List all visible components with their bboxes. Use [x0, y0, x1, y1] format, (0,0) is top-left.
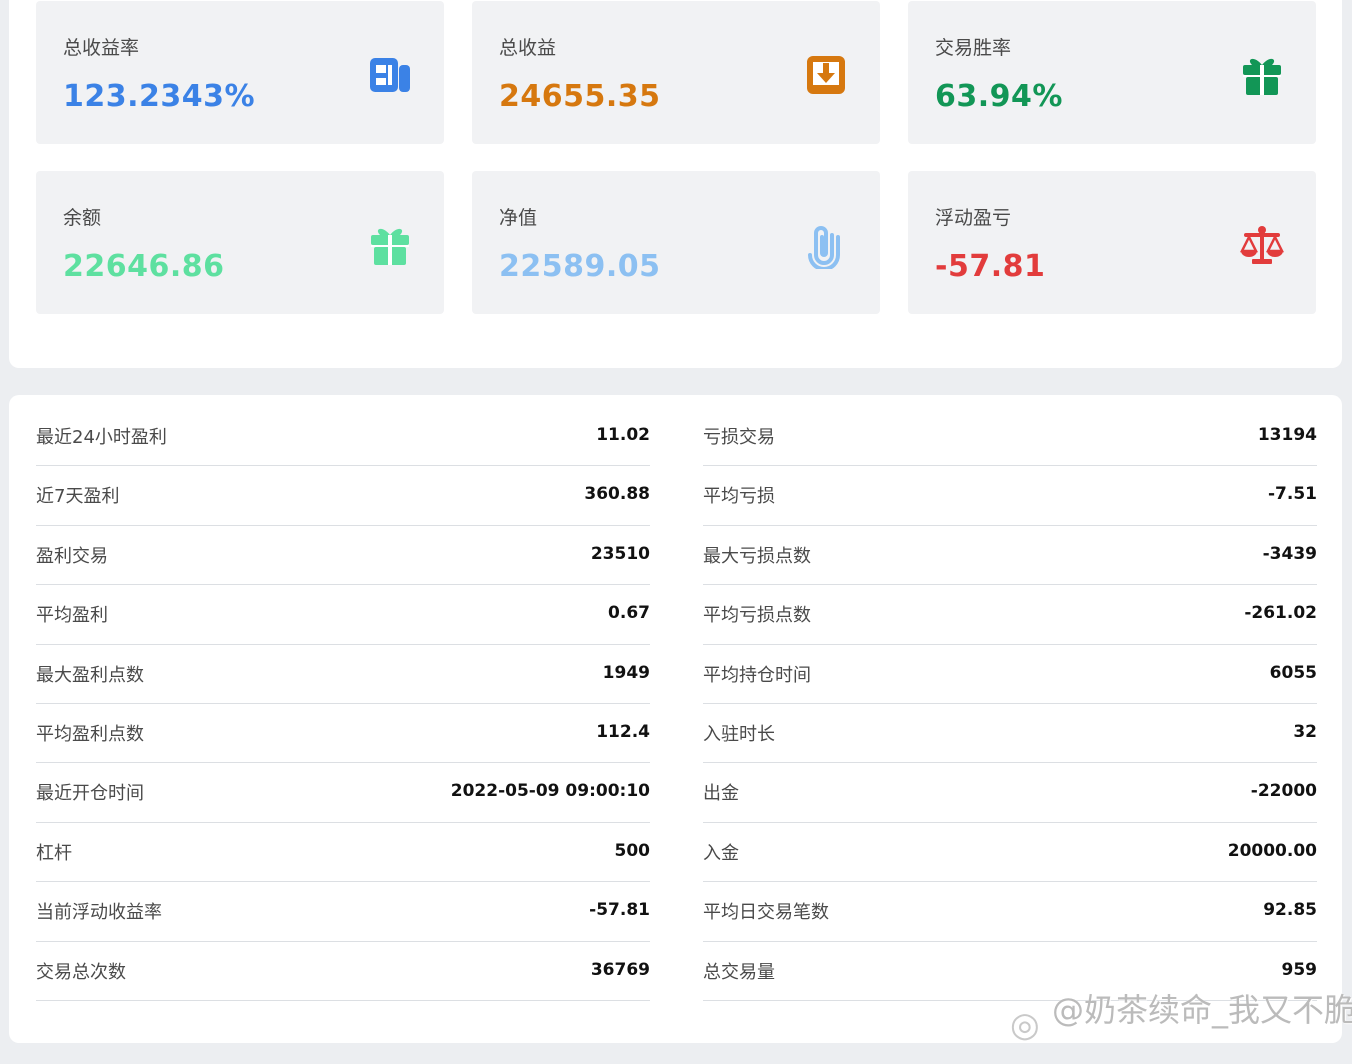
stats-row: 出金 -22000	[703, 763, 1317, 823]
stats-value: 959	[1281, 959, 1318, 980]
gift-icon	[1238, 51, 1286, 99]
stats-row: 入驻时长 32	[703, 704, 1317, 764]
stats-label: 平均亏损点数	[703, 605, 811, 627]
stats-label: 平均亏损	[703, 486, 775, 508]
newspaper-icon	[366, 51, 414, 99]
stats-label: 亏损交易	[703, 427, 775, 448]
stats-label: 平均盈利	[36, 605, 108, 627]
card-net-value: 净值 22589.05	[472, 171, 880, 314]
card-value: 22589.05	[499, 249, 661, 284]
stats-row: 交易总次数 36769	[36, 942, 650, 1001]
stats-value: 360.88	[584, 484, 650, 505]
stats-value: -3439	[1262, 543, 1317, 564]
stats-value: 6055	[1269, 662, 1317, 683]
stats-row: 当前浮动收益率 -57.81	[36, 882, 650, 942]
stats-label: 盈利交易	[36, 545, 108, 567]
stats-value: 32	[1293, 721, 1317, 742]
card-total-profit: 总收益 24655.35	[472, 1, 880, 144]
card-balance: 余额 22646.86	[36, 171, 444, 314]
stats-label: 杠杆	[36, 842, 72, 864]
stats-row: 平均持仓时间 6055	[703, 645, 1317, 704]
stats-label: 近7天盈利	[36, 486, 120, 508]
stats-label: 当前浮动收益率	[36, 902, 162, 924]
watermark: ◎ @奶茶续命_我又不脆弱_	[1010, 985, 1352, 1055]
stats-label: 最大盈利点数	[36, 664, 144, 686]
scale-icon	[1238, 221, 1286, 269]
stats-row: 最大盈利点数 1949	[36, 645, 650, 704]
stats-label: 交易总次数	[36, 961, 126, 983]
stats-row: 最近24小时盈利 11.02	[36, 407, 650, 467]
stats-value: 1949	[602, 662, 650, 683]
stats-row: 盈利交易 23510	[36, 526, 650, 586]
stats-row: 近7天盈利 360.88	[36, 466, 650, 526]
watermark-text: @奶茶续命_我又不脆弱_	[1052, 991, 1352, 1029]
stats-row: 平均盈利 0.67	[36, 585, 650, 645]
stats-label: 最近开仓时间	[36, 783, 144, 805]
stats-label: 总交易量	[703, 961, 775, 983]
stats-label: 入驻时长	[703, 723, 775, 745]
stats-value: 13194	[1257, 425, 1317, 445]
stats-value: 112.4	[596, 721, 650, 742]
stats-label: 入金	[703, 842, 739, 864]
card-title: 净值	[499, 207, 538, 229]
stats-row: 入金 20000.00	[703, 823, 1317, 883]
stats-row: 平均盈利点数 112.4	[36, 704, 650, 764]
stats-value: 92.85	[1263, 900, 1317, 921]
stats-label: 最大亏损点数	[703, 545, 811, 567]
card-title: 浮动盈亏	[935, 207, 1012, 229]
weibo-logo-icon: ◎	[1010, 1005, 1040, 1045]
card-value: 24655.35	[499, 79, 661, 114]
summary-panel: 总收益率 123.2343% 总收益 24655.35 交易胜率 63.94% …	[9, 0, 1342, 368]
card-total-return-rate: 总收益率 123.2343%	[36, 1, 444, 144]
stats-column-left: 最近24小时盈利 11.02 近7天盈利 360.88 盈利交易 23510 平…	[36, 407, 650, 1001]
stats-value: 11.02	[596, 425, 650, 445]
stats-label: 出金	[703, 783, 739, 805]
stats-value: 2022-05-09 09:00:10	[450, 781, 650, 802]
stats-row: 最近开仓时间 2022-05-09 09:00:10	[36, 763, 650, 823]
card-value: -57.81	[935, 249, 1046, 284]
card-title: 总收益	[499, 37, 557, 59]
stats-row: 平均日交易笔数 92.85	[703, 882, 1317, 942]
stats-row: 最大亏损点数 -3439	[703, 526, 1317, 586]
stats-row: 亏损交易 13194	[703, 407, 1317, 467]
stats-label: 平均日交易笔数	[703, 902, 829, 924]
paperclip-icon	[802, 221, 850, 269]
stats-value: 500	[614, 840, 651, 861]
stats-value: -7.51	[1268, 484, 1317, 505]
gift-icon	[366, 221, 414, 269]
stats-label: 平均盈利点数	[36, 723, 144, 745]
stats-column-right: 亏损交易 13194 平均亏损 -7.51 最大亏损点数 -3439 平均亏损点…	[703, 407, 1317, 1001]
stats-value: 20000.00	[1227, 840, 1317, 861]
stats-value: 0.67	[608, 603, 650, 624]
stats-value: 23510	[590, 543, 650, 564]
card-win-rate: 交易胜率 63.94%	[908, 1, 1316, 144]
stats-label: 最近24小时盈利	[36, 427, 167, 448]
stats-row: 平均亏损点数 -261.02	[703, 585, 1317, 645]
stats-value: 36769	[590, 959, 650, 980]
card-value: 22646.86	[63, 249, 225, 284]
card-value: 123.2343%	[63, 79, 256, 114]
card-title: 交易胜率	[935, 37, 1012, 59]
stats-value: -22000	[1250, 781, 1317, 802]
stats-label: 平均持仓时间	[703, 664, 811, 686]
stats-row: 杠杆 500	[36, 823, 651, 883]
stats-panel: 最近24小时盈利 11.02 近7天盈利 360.88 盈利交易 23510 平…	[9, 395, 1342, 1043]
stats-row: 平均亏损 -7.51	[703, 466, 1317, 526]
download-tray-icon	[802, 51, 850, 99]
card-value: 63.94%	[935, 79, 1063, 114]
card-title: 余额	[63, 207, 102, 229]
stats-value: -261.02	[1244, 603, 1317, 624]
card-title: 总收益率	[63, 37, 140, 59]
card-floating-pnl: 浮动盈亏 -57.81	[908, 171, 1316, 314]
stats-value: -57.81	[589, 900, 650, 921]
